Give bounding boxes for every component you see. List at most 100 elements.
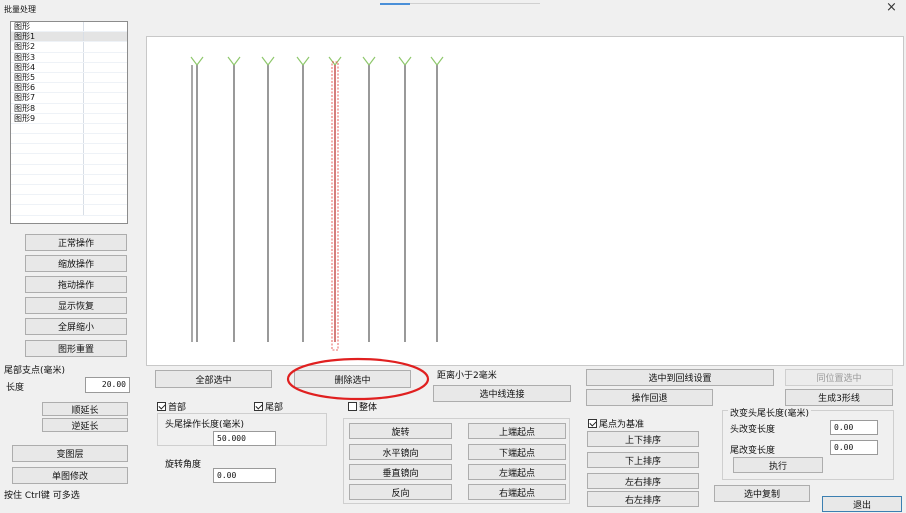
left-start-button[interactable]: 左端起点 (468, 464, 566, 480)
sort-right-left-button[interactable]: 右左排序 (587, 491, 699, 507)
shape-branch (196, 56, 204, 66)
head-checkbox-label: 首部 (168, 403, 187, 413)
shape-branch (430, 56, 438, 66)
shape-branch (302, 56, 310, 66)
rotate-angle-input[interactable]: 0.00 (213, 468, 276, 483)
column-divider (83, 134, 84, 144)
annotation-circle (286, 357, 430, 401)
tail-checkbox-box[interactable] (254, 402, 263, 411)
change-layer-button[interactable]: 变图层 (12, 445, 128, 462)
rotate-button[interactable]: 旋转 (349, 423, 452, 439)
fit-all-button[interactable]: 全屏缩小 (25, 318, 127, 335)
list-item[interactable]: 图形 (11, 22, 127, 33)
list-item[interactable]: 图形5 (11, 72, 127, 84)
column-divider (83, 164, 84, 174)
top-start-button[interactable]: 上端起点 (468, 423, 566, 439)
whole-checkbox-label: 整体 (359, 403, 378, 413)
column-divider (83, 52, 84, 62)
sort-down-up-button[interactable]: 下上排序 (587, 452, 699, 468)
close-icon[interactable]: × (886, 0, 897, 15)
sort-up-down-button[interactable]: 上下排序 (587, 431, 699, 447)
list-item-label: 图形7 (14, 93, 36, 103)
vertical-mirror-button[interactable]: 垂直镜向 (349, 464, 452, 480)
column-divider (83, 103, 84, 113)
tail-checkbox-label: 尾部 (265, 403, 284, 413)
list-item-label: 图形8 (14, 103, 36, 113)
whole-checkbox[interactable]: 整体 (348, 400, 377, 413)
tail-change-input[interactable]: 0.00 (830, 440, 878, 455)
change-length-title: 改变头尾长度(毫米) (728, 406, 812, 419)
column-divider (83, 185, 84, 195)
list-item (11, 144, 127, 155)
execute-button[interactable]: 执行 (733, 457, 823, 473)
connect-selected-button[interactable]: 选中线连接 (433, 385, 571, 402)
forward-extend-button[interactable]: 顺延长 (42, 402, 128, 416)
list-item-label: 图形1 (14, 32, 36, 42)
shape-list[interactable]: 图形 图形1 图形2 图形3 图形4 图形5 图形6 图形7 图形8 图形9 (10, 21, 128, 224)
to-loop-settings-button[interactable]: 选中到回线设置 (586, 369, 774, 386)
select-all-button[interactable]: 全部选中 (155, 370, 272, 388)
list-item-label: 图形2 (14, 42, 36, 52)
single-edit-button[interactable]: 单图修改 (12, 467, 128, 484)
head-checkbox[interactable]: 首部 (157, 400, 186, 413)
tail-as-base-checkbox[interactable]: 尾点为基准 (588, 417, 644, 430)
window-title: 批量处理 (4, 5, 36, 14)
same-position-select-button[interactable]: 同位置选中 (785, 369, 893, 386)
drawing-canvas[interactable] (146, 36, 904, 366)
head-tail-length-input[interactable]: 50.000 (213, 431, 276, 446)
list-item[interactable]: 图形4 (11, 62, 127, 73)
scale-operation-button[interactable]: 缩放操作 (25, 255, 127, 272)
tail-checkbox[interactable]: 尾部 (254, 400, 283, 413)
list-item[interactable]: 图形8 (11, 103, 127, 114)
multiselect-hint: 按住 Ctrl键 可多选 (4, 491, 80, 501)
list-item[interactable]: 图形2 (11, 42, 127, 53)
column-divider (83, 72, 84, 83)
shape-branch (436, 56, 444, 66)
column-divider (83, 154, 84, 164)
display-restore-button[interactable]: 显示恢复 (25, 297, 127, 314)
list-item (11, 205, 127, 216)
tail-length-input[interactable]: 20.00 (85, 377, 130, 393)
whole-checkbox-box[interactable] (348, 402, 357, 411)
tail-as-base-checkbox-box[interactable] (588, 419, 597, 428)
title-progress-track (410, 3, 540, 4)
operation-back-button[interactable]: 操作回退 (586, 389, 713, 406)
bottom-start-button[interactable]: 下端起点 (468, 444, 566, 460)
head-change-input[interactable]: 0.00 (830, 420, 878, 435)
canvas-drawing (190, 56, 444, 351)
list-item (11, 174, 127, 185)
reverse-extend-button[interactable]: 逆延长 (42, 418, 128, 432)
redraw-button[interactable]: 图形重置 (25, 340, 127, 357)
list-item-label: 图形9 (14, 113, 36, 123)
right-start-button[interactable]: 右端起点 (468, 484, 566, 500)
length-label: 长度 (6, 383, 25, 393)
head-checkbox-box[interactable] (157, 402, 166, 411)
column-divider (83, 205, 84, 215)
list-item-label: 图形6 (14, 83, 36, 93)
tail-as-base-label: 尾点为基准 (599, 420, 645, 430)
horizontal-mirror-button[interactable]: 水平镜向 (349, 444, 452, 460)
reverse-button[interactable]: 反向 (349, 484, 452, 500)
head-tail-length-label: 头尾操作长度(毫米) (165, 420, 245, 430)
list-item (11, 154, 127, 165)
distance-label: 距离小于2毫米 (437, 371, 497, 381)
title-progress-indicator (380, 3, 410, 5)
copy-selected-button[interactable]: 选中复制 (714, 485, 810, 502)
list-item[interactable]: 图形9 (11, 113, 127, 124)
list-item (11, 195, 127, 206)
drag-operation-button[interactable]: 拖动操作 (25, 276, 127, 293)
list-item[interactable]: 图形7 (11, 93, 127, 104)
normal-operation-button[interactable]: 正常操作 (25, 234, 127, 251)
column-divider (83, 144, 84, 154)
list-item[interactable]: 图形6 (11, 83, 127, 94)
column-divider (83, 174, 84, 184)
list-item[interactable]: 图形3 (11, 52, 127, 63)
list-item-label: 图形3 (14, 52, 36, 62)
exit-button[interactable]: 退出 (822, 496, 902, 512)
list-item-label: 图形 (14, 22, 30, 31)
shape-branch (362, 56, 370, 66)
generate-3-lines-button[interactable]: 生成3形线 (785, 389, 893, 406)
sort-left-right-button[interactable]: 左右排序 (587, 473, 699, 489)
tail-point-title: 尾部支点(毫米) (4, 366, 66, 376)
list-item[interactable]: 图形1 (11, 32, 127, 43)
